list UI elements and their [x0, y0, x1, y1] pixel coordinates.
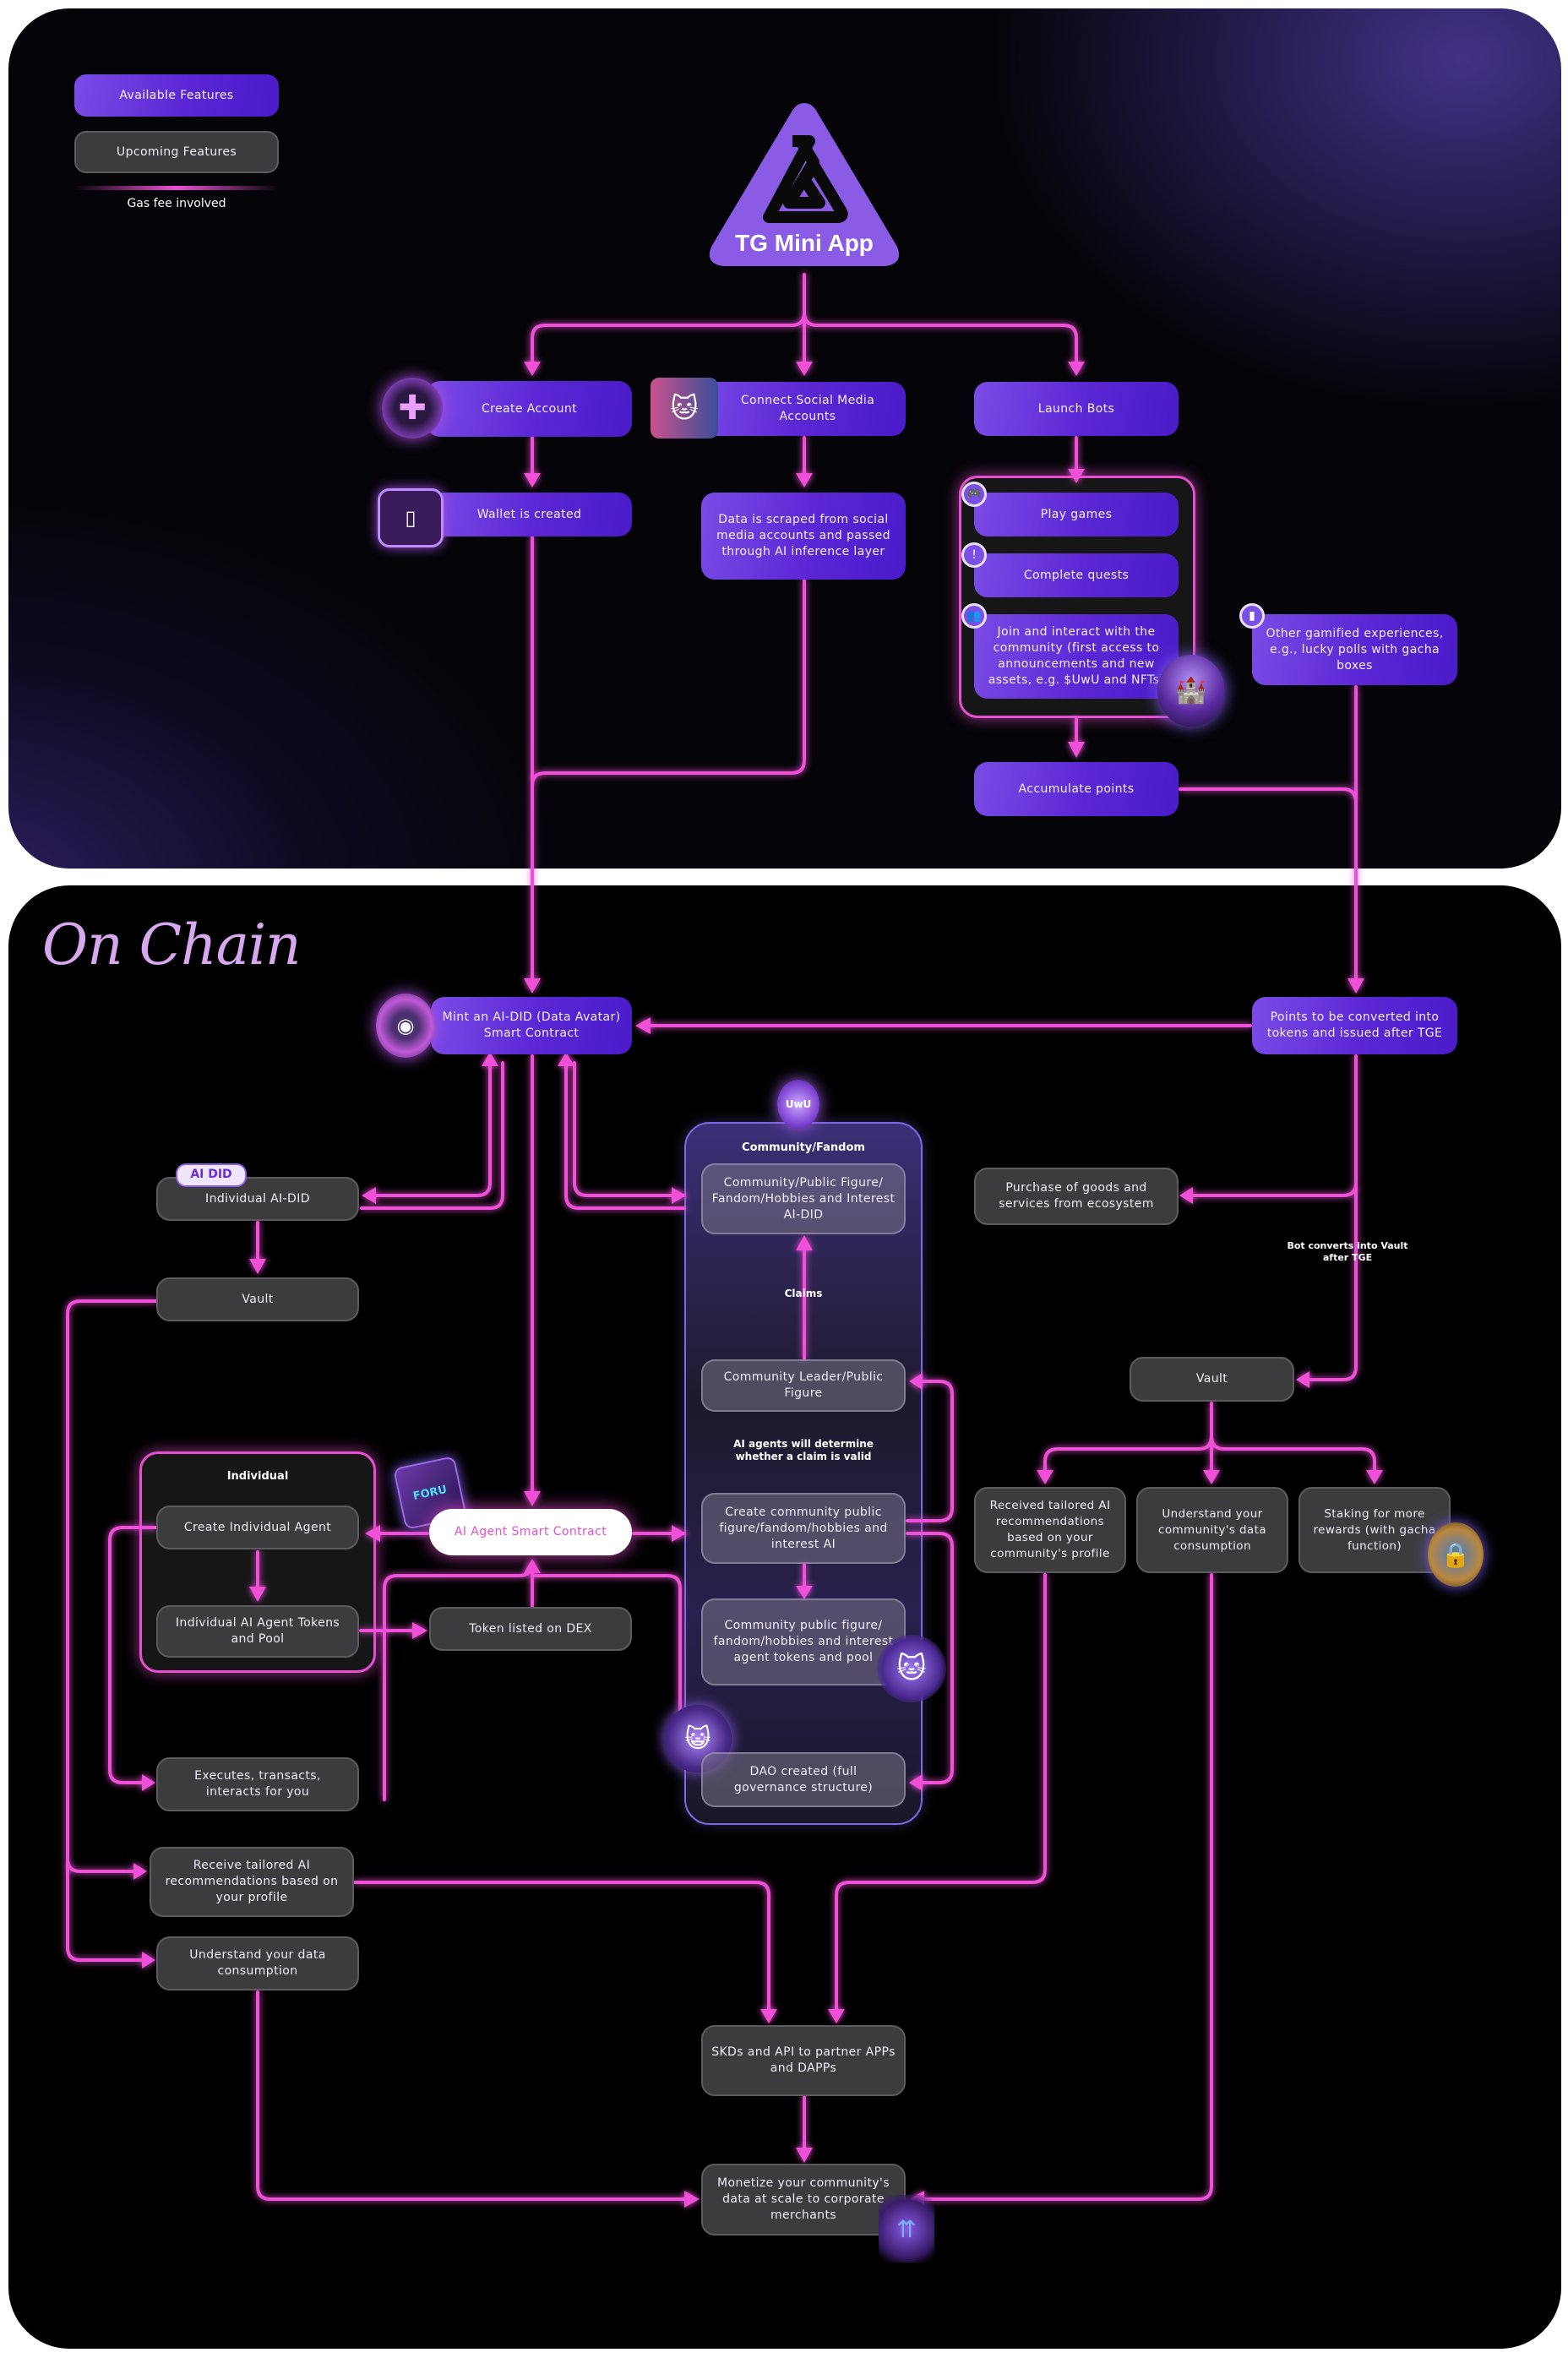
ai-did-coin-icon: ◉	[376, 994, 435, 1058]
understand-data-node: Understand your data consumption	[156, 1936, 359, 1990]
community-leader-node: Community Leader/Public Figure	[701, 1359, 906, 1412]
wallet-icon: ▯	[378, 488, 444, 547]
app-title: TG Mini App	[735, 230, 874, 256]
individual-label: Individual	[226, 1470, 289, 1483]
token-listed-dex-node: Token listed on DEX	[429, 1607, 632, 1651]
understand-community-node: Understand your community's data consump…	[1136, 1487, 1288, 1573]
join-community-button[interactable]: Join and interact with the community (fi…	[974, 614, 1179, 699]
create-account-plus-icon: ✚	[382, 378, 443, 438]
receive-tailored-node: Receive tailored AI recommendations base…	[150, 1847, 354, 1917]
sdks-api-node: SKDs and API to partner APPs and DAPPs	[701, 2025, 906, 2096]
vault-left-node: Vault	[156, 1277, 359, 1321]
individual-agent-tokens-node: Individual AI Agent Tokens and Pool	[156, 1605, 359, 1658]
legend-upcoming-features: Upcoming Features	[74, 131, 279, 173]
legend-available-features: Available Features	[74, 74, 279, 117]
create-individual-agent-node: Create Individual Agent	[156, 1506, 359, 1549]
ai-did-badge: AI DID	[176, 1163, 247, 1187]
points-converted-node: Points to be converted into tokens and i…	[1252, 997, 1457, 1054]
create-account-button[interactable]: Create Account	[427, 381, 632, 437]
ai-agents-note: AI agents will determine whether a claim…	[733, 1438, 874, 1462]
executes-node: Executes, transacts, interacts for you	[156, 1757, 359, 1811]
complete-quests-button[interactable]: Complete quests	[974, 553, 1179, 597]
monetize-data-node: Monetize your community's data at scale …	[701, 2164, 906, 2235]
chart-bars-icon: ▮	[1239, 603, 1265, 629]
locked-coin-icon: 🔒	[1428, 1522, 1484, 1587]
launch-bots-button[interactable]: Launch Bots	[974, 382, 1179, 436]
ai-agent-smart-contract-node: AI Agent Smart Contract	[429, 1509, 632, 1555]
community-tokens-node: Community public figure/ fandom/hobbies …	[701, 1598, 906, 1685]
gacha-dome-icon: 🏰	[1157, 655, 1225, 727]
legend-gas-fee: Gas fee involved	[127, 197, 226, 210]
uwu-crystal-ball-icon: UwU	[777, 1080, 819, 1129]
play-games-button[interactable]: Play games	[974, 493, 1179, 536]
community-fandom-label: Community/Fandom	[742, 1141, 865, 1154]
vault-right-node: Vault	[1130, 1357, 1294, 1402]
dao-created-node: DAO created (full governance structure)	[701, 1752, 906, 1807]
group-icon: 👥	[961, 603, 987, 629]
other-gamified-button[interactable]: Other gamified experiences, e.g., lucky …	[1252, 614, 1457, 685]
astronaut-cat-icon: 🐱	[877, 1635, 946, 1702]
claims-label: Claims	[784, 1288, 823, 1299]
social-cats-icon: 🐱	[651, 378, 718, 438]
on-chain-title: On Chain	[42, 912, 302, 978]
data-scraped-node: Data is scraped from social media accoun…	[701, 493, 906, 580]
tg-mini-app-logo: TG Mini App	[701, 95, 907, 276]
coin-stack-arrows-icon: ⇈	[879, 2195, 934, 2263]
bot-converts-label: Bot converts into Vault after TGE	[1287, 1240, 1408, 1263]
create-community-ai-node: Create community public figure/fandom/ho…	[701, 1493, 906, 1564]
community-ai-did-node: Community/Public Figure/ Fandom/Hobbies …	[701, 1163, 906, 1234]
wallet-created-node: Wallet is created	[427, 493, 632, 536]
mint-ai-did-node: Mint an AI-DID (Data Avatar) Smart Contr…	[431, 997, 632, 1054]
exclamation-icon: !	[961, 542, 987, 568]
gamepad-icon: 🎮	[961, 482, 987, 507]
purchase-goods-node: Purchase of goods and services from ecos…	[974, 1168, 1179, 1225]
accumulate-points-node: Accumulate points	[974, 762, 1179, 816]
received-tailored-community-node: Received tailored AI recommendations bas…	[974, 1487, 1126, 1573]
